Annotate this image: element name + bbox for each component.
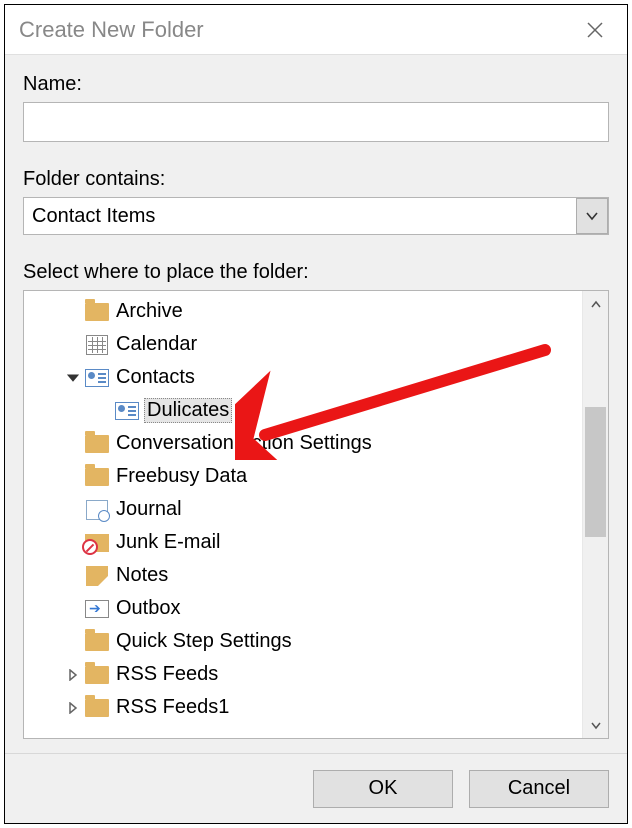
folder-icon — [84, 697, 110, 719]
calendar-icon — [84, 334, 110, 356]
ok-button-label: OK — [369, 777, 398, 800]
tree-expand-collapse[interactable] — [62, 702, 84, 714]
cancel-button[interactable]: Cancel — [469, 770, 609, 808]
chevron-down-icon — [590, 720, 602, 730]
tree-item[interactable]: Calendar — [24, 328, 582, 361]
tree-item[interactable]: RSS Feeds — [24, 658, 582, 691]
ok-button[interactable]: OK — [313, 770, 453, 808]
folder-contains-value: Contact Items — [32, 205, 155, 228]
tree-item-label: Junk E-mail — [114, 531, 220, 554]
name-input[interactable] — [23, 102, 609, 142]
tree-item[interactable]: Freebusy Data — [24, 460, 582, 493]
close-icon — [586, 21, 604, 39]
chevron-down-icon — [585, 211, 599, 221]
tree-item[interactable]: Conversation Action Settings — [24, 427, 582, 460]
tree-item-label: Quick Step Settings — [114, 630, 292, 653]
tree-item-label: Calendar — [114, 333, 197, 356]
tree-item-label: Notes — [114, 564, 168, 587]
folder-icon — [84, 466, 110, 488]
contacts-icon — [84, 367, 110, 389]
name-label: Name: — [23, 73, 609, 96]
scrollbar[interactable] — [582, 291, 608, 738]
tree-item[interactable]: RSS Feeds1 — [24, 691, 582, 724]
dialog-body: Name: Folder contains: Contact Items Sel… — [5, 55, 627, 753]
outbox-icon — [84, 598, 110, 620]
folder-icon — [84, 664, 110, 686]
scroll-track[interactable] — [583, 317, 608, 712]
tree-item[interactable]: Outbox — [24, 592, 582, 625]
tree-item[interactable]: Junk E-mail — [24, 526, 582, 559]
tree-item-label: Conversation Action Settings — [114, 432, 372, 455]
tree-item-label: Archive — [114, 300, 183, 323]
dialog-window: Create New Folder Name: Folder contains:… — [4, 4, 628, 824]
tree-item-label: Contacts — [114, 366, 195, 389]
chevron-up-icon — [590, 299, 602, 309]
folder-tree-panel: Archive Calendar Contacts Dulicates Conversa… — [23, 290, 609, 739]
dropdown-button[interactable] — [576, 198, 608, 234]
tree-item-label: Dulicates — [144, 398, 232, 423]
folder-icon — [84, 301, 110, 323]
tree-item[interactable]: Archive — [24, 295, 582, 328]
scroll-thumb[interactable] — [585, 407, 606, 537]
tree-expand-collapse[interactable] — [62, 669, 84, 681]
tree-item-label: Freebusy Data — [114, 465, 247, 488]
tree-expand-collapse[interactable] — [62, 373, 84, 383]
tree-item[interactable]: Contacts — [24, 361, 582, 394]
titlebar: Create New Folder — [5, 5, 627, 55]
tree-item[interactable]: Journal — [24, 493, 582, 526]
folder-icon — [84, 433, 110, 455]
contacts-icon — [114, 400, 140, 422]
tree-item-label: Journal — [114, 498, 182, 521]
select-where-label: Select where to place the folder: — [23, 261, 609, 284]
close-button[interactable] — [577, 12, 613, 48]
cancel-button-label: Cancel — [508, 777, 570, 800]
tree-item-label: Outbox — [114, 597, 180, 620]
tree-item[interactable]: Dulicates — [24, 394, 582, 427]
scroll-up-button[interactable] — [583, 291, 608, 317]
dialog-title: Create New Folder — [19, 17, 577, 43]
scroll-down-button[interactable] — [583, 712, 608, 738]
junk-icon — [84, 532, 110, 554]
tree-item-label: RSS Feeds1 — [114, 696, 229, 719]
tree-item[interactable]: Notes — [24, 559, 582, 592]
folder-tree[interactable]: Archive Calendar Contacts Dulicates Conversa… — [24, 291, 582, 738]
folder-contains-select[interactable]: Contact Items — [23, 197, 609, 235]
journal-icon — [84, 499, 110, 521]
dialog-footer: OK Cancel — [5, 753, 627, 823]
tree-item-label: RSS Feeds — [114, 663, 218, 686]
folder-icon — [84, 631, 110, 653]
notes-icon — [84, 565, 110, 587]
folder-contains-label: Folder contains: — [23, 168, 609, 191]
tree-item[interactable]: Quick Step Settings — [24, 625, 582, 658]
